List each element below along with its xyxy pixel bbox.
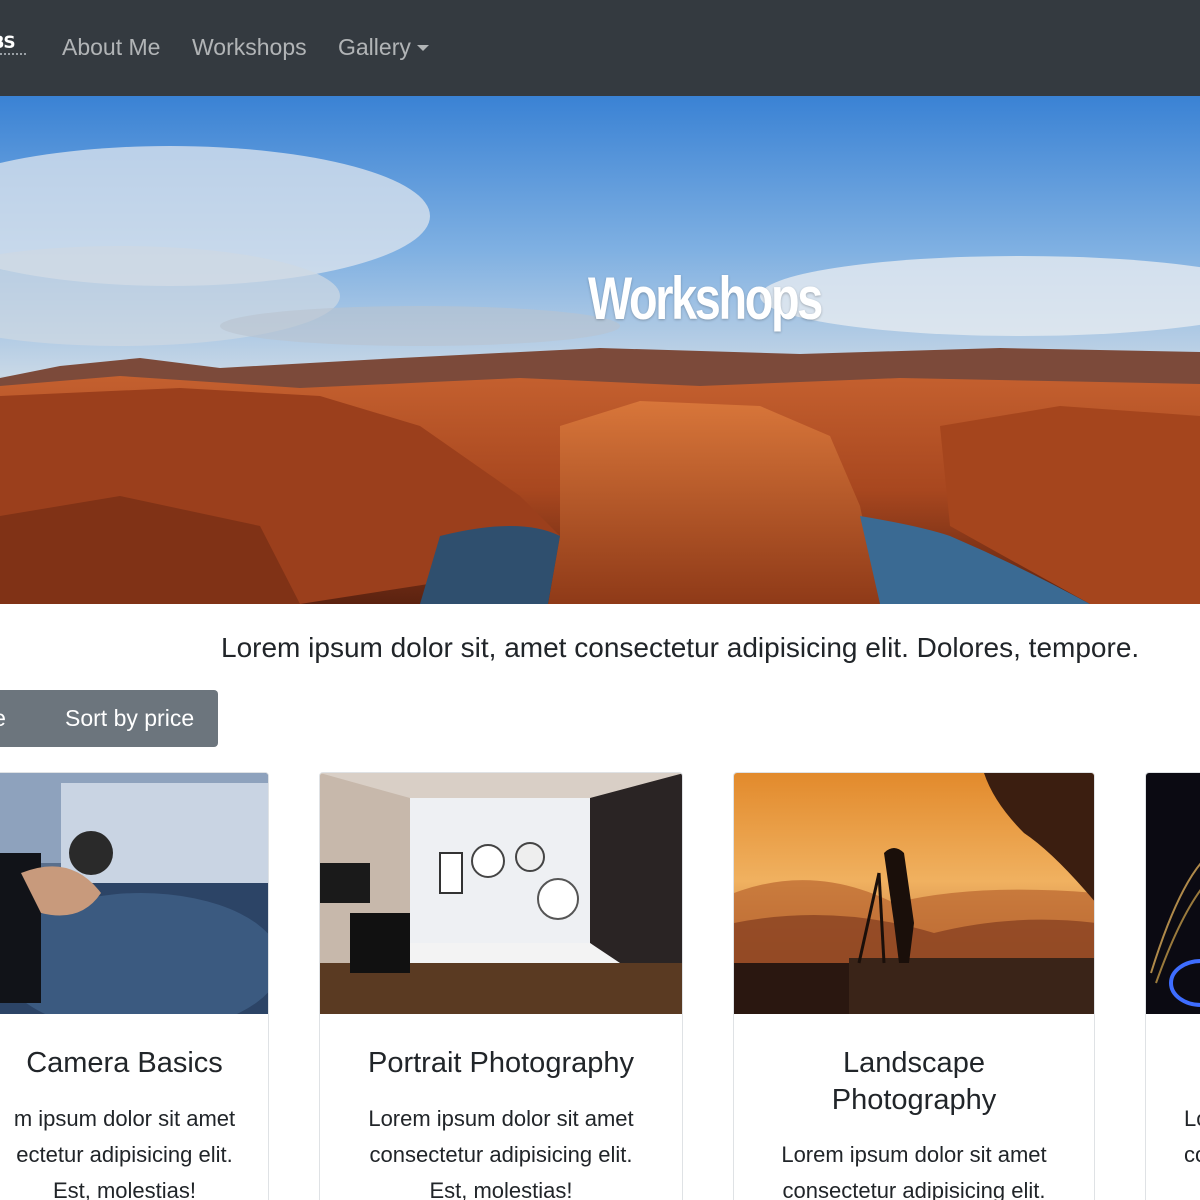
- card-title-line: Photography: [831, 1084, 997, 1116]
- sort-by-date-button[interactable]: ate: [0, 690, 6, 747]
- card-title: Portrait Photography: [368, 1047, 634, 1079]
- nav-link-workshops[interactable]: Workshops: [192, 34, 307, 61]
- brand-logo[interactable]: OBS: [0, 33, 30, 63]
- card-text-line: consectetur adipisicing elit.: [369, 1142, 633, 1167]
- chevron-down-icon: [416, 45, 429, 51]
- card-text-line: ectetur adipisicing elit.: [16, 1142, 233, 1167]
- card-text-line: Lorem ipsum dolor sit amet: [781, 1142, 1047, 1167]
- workshop-card-camera-basics[interactable]: Camera Basics m ipsum dolor sit amet ect…: [0, 772, 269, 1200]
- card-image-camera: [0, 773, 268, 1014]
- navbar: OBS About Me Workshops Gallery: [0, 0, 1200, 96]
- nav-gallery-label: Gallery: [338, 34, 411, 60]
- card-image-landscape: [734, 773, 1094, 1014]
- card-text-line: Est, molestias!: [52, 1178, 197, 1200]
- workshop-card-portrait-photography[interactable]: Portrait Photography Lorem ipsum dolor s…: [319, 772, 683, 1200]
- card-text-line: m ipsum dolor sit amet: [13, 1106, 236, 1131]
- card-text-line: co: [1184, 1142, 1200, 1167]
- card-text-line: Lorem ipsum dolor sit amet: [368, 1106, 634, 1131]
- canyon-landscape-image: [0, 96, 1200, 604]
- workshop-card-landscape-photography[interactable]: Landscape Photography Lorem ipsum dolor …: [733, 772, 1095, 1200]
- intro-text: Lorem ipsum dolor sit, amet consectetur …: [221, 632, 1140, 663]
- sort-by-price-button[interactable]: Sort by price: [65, 690, 194, 747]
- card-text-line: consectetur adipisicing elit.: [782, 1178, 1046, 1200]
- sort-button-group: ate Sort by price: [0, 690, 218, 747]
- hero-banner: Workshops: [0, 96, 1200, 604]
- nav-link-about-me[interactable]: About Me: [62, 34, 160, 61]
- card-text-line: Est, molestias!: [429, 1178, 573, 1200]
- card-title-line: Landscape: [843, 1047, 985, 1079]
- card-image-night: [1146, 773, 1200, 1014]
- card-image-studio: [320, 773, 682, 1014]
- hero-title: Workshops: [588, 265, 823, 332]
- card-text-line: Lo: [1184, 1106, 1200, 1131]
- workshop-card-partial[interactable]: Lo co: [1145, 772, 1200, 1200]
- brand-tagline-dots: [0, 53, 26, 55]
- nav-link-gallery[interactable]: Gallery: [338, 34, 429, 61]
- brand-text: OBS: [0, 33, 16, 53]
- card-title: Camera Basics: [26, 1047, 223, 1079]
